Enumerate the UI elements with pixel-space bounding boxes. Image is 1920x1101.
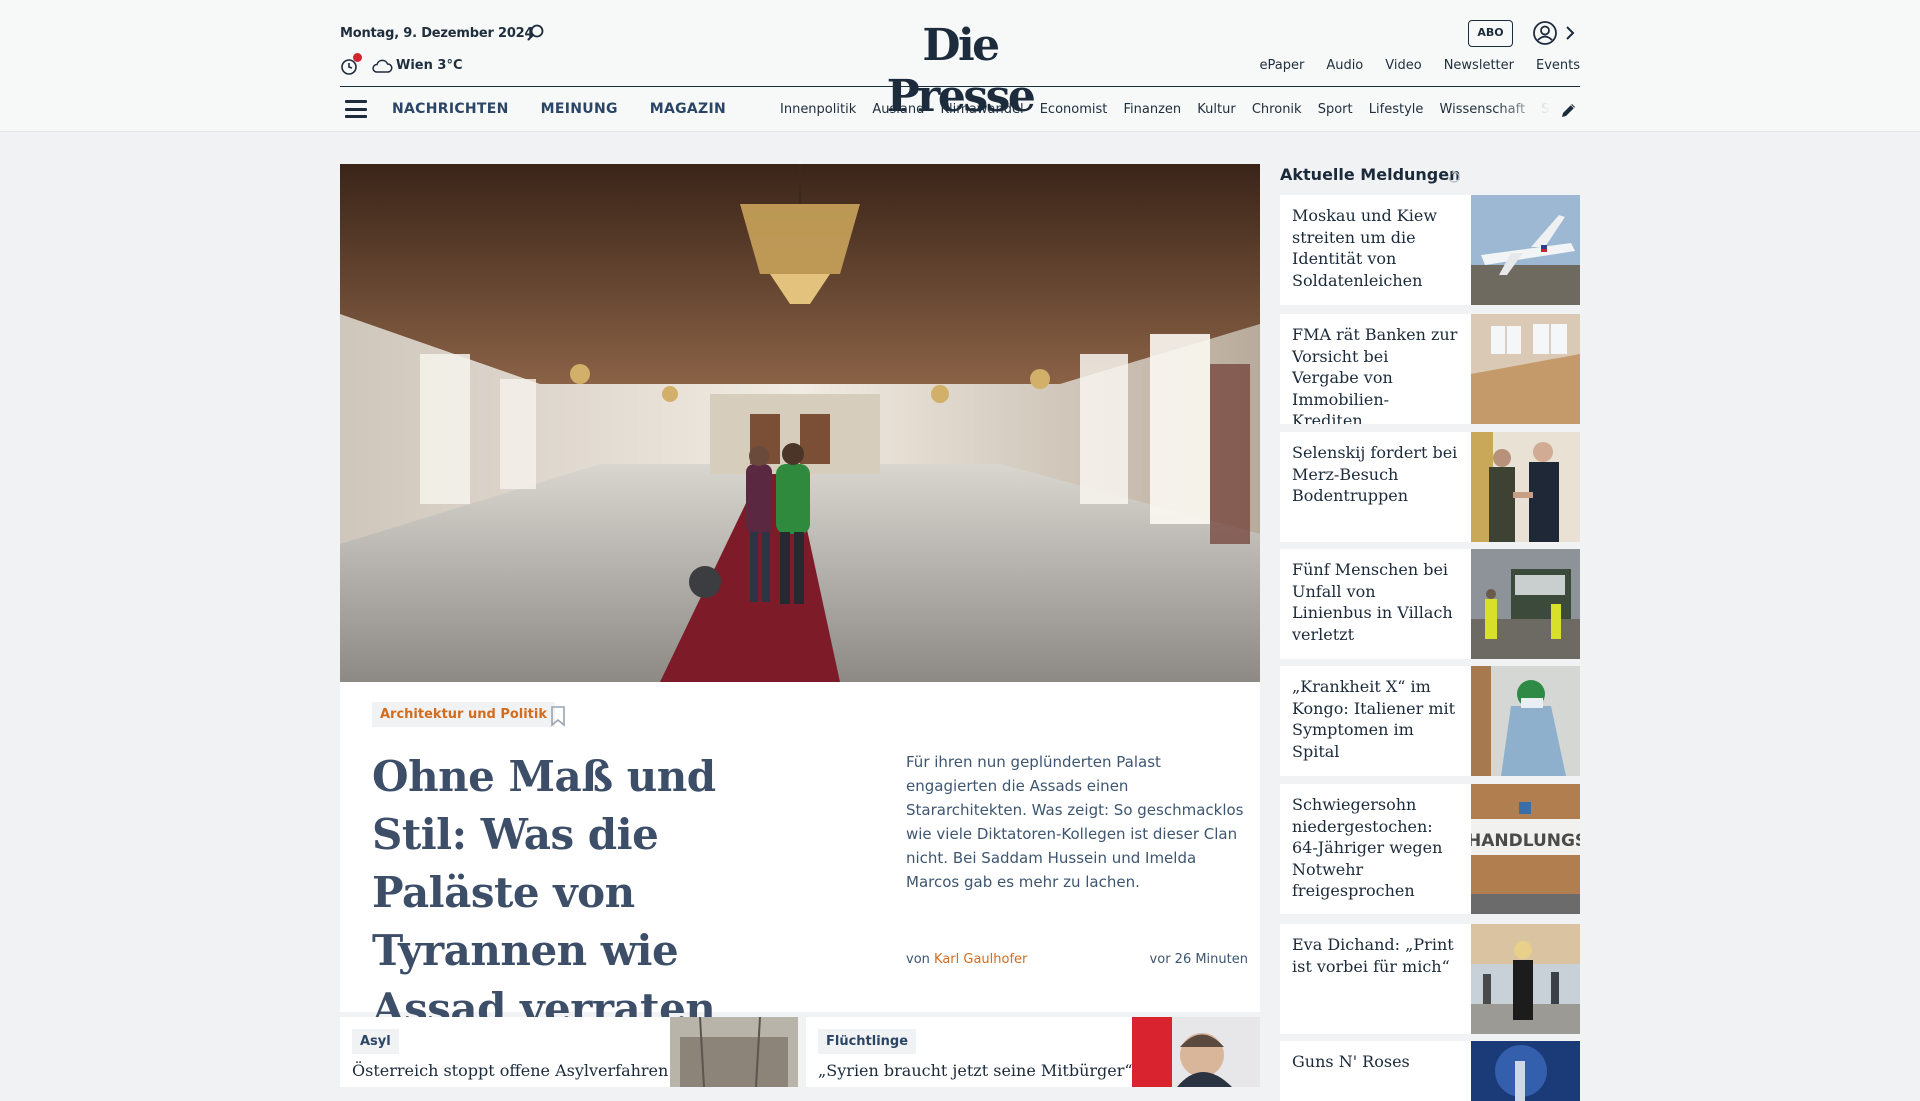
header-inner: Montag, 9. Dezember 2024 Wien 3°C Die Pr… [340, 0, 1580, 132]
current-date: Montag, 9. Dezember 2024 [340, 26, 534, 41]
news-item[interactable]: Selenskij fordert bei Merz-Besuch Bodent… [1280, 432, 1580, 542]
section-spectrum[interactable]: Spectrum [1541, 102, 1550, 117]
byline-prefix: von [906, 952, 930, 967]
section-klimawandel[interactable]: Klimawandel [940, 102, 1023, 117]
bookmark-icon[interactable] [549, 705, 567, 727]
news-image[interactable] [1471, 666, 1580, 776]
news-headline[interactable]: „Krankheit X“ im Kongo: Italiener mit Sy… [1292, 676, 1458, 762]
site-header: Montag, 9. Dezember 2024 Wien 3°C Die Pr… [0, 0, 1920, 132]
service-link-video[interactable]: Video [1385, 58, 1421, 73]
service-link-audio[interactable]: Audio [1326, 58, 1363, 73]
hero-article[interactable]: Architektur und Politik Ohne Maß und Sti… [340, 164, 1260, 1033]
news-headline[interactable]: Moskau und Kiew streiten um die Identitä… [1292, 205, 1458, 291]
search-icon[interactable] [525, 22, 547, 44]
news-image[interactable] [1471, 195, 1580, 305]
news-item[interactable]: Schwiegersohn niedergestochen: 64-Jährig… [1280, 784, 1580, 914]
cloud-icon [372, 59, 393, 73]
service-link-events[interactable]: Events [1536, 58, 1580, 73]
main-nav: NACHRICHTEN MEINUNG MAGAZIN [392, 101, 726, 117]
card-headline[interactable]: „Syrien braucht jetzt seine Mitbürger“: [818, 1061, 1138, 1080]
news-headline[interactable]: Guns N' Roses [1292, 1051, 1458, 1073]
hero-teaser: Für ihren nun geplünderten Palast engagi… [906, 753, 1244, 891]
card-image[interactable] [1132, 1017, 1260, 1087]
section-finanzen[interactable]: Finanzen [1124, 102, 1182, 117]
hero-headline[interactable]: Ohne Maß und Stil: Was die Paläste von T… [372, 748, 812, 1038]
pencil-icon[interactable] [1559, 100, 1579, 120]
card-category-tag[interactable]: Flüchtlinge [818, 1029, 917, 1054]
author-link[interactable]: Karl Gaulhofer [934, 952, 1027, 967]
news-headline[interactable]: Eva Dichand: „Print ist vorbei für mich“ [1292, 934, 1458, 977]
section-nav: Innenpolitik Ausland Klimawandel Economi… [780, 102, 1550, 117]
news-item[interactable]: FMA rät Banken zur Vorsicht bei Vergabe … [1280, 314, 1580, 424]
hero-byline: von Karl Gaulhofer [906, 952, 1027, 967]
hero-category-tag[interactable]: Architektur und Politik [372, 702, 556, 727]
latest-news-heading: Aktuelle Meldungen [1280, 165, 1461, 184]
news-headline[interactable]: FMA rät Banken zur Vorsicht bei Vergabe … [1292, 324, 1458, 424]
notification-dot [353, 53, 362, 62]
section-chronik[interactable]: Chronik [1252, 102, 1302, 117]
section-kultur[interactable]: Kultur [1197, 102, 1235, 117]
news-item[interactable]: Moskau und Kiew streiten um die Identitä… [1280, 195, 1580, 305]
menu-icon[interactable] [345, 100, 367, 118]
section-ausland[interactable]: Ausland [872, 102, 924, 117]
section-economist[interactable]: Economist [1040, 102, 1108, 117]
news-image[interactable] [1471, 432, 1580, 542]
header-divider [340, 86, 1580, 87]
news-image[interactable] [1471, 549, 1580, 659]
news-image[interactable] [1471, 924, 1580, 1034]
news-item[interactable]: Guns N' Roses [1280, 1041, 1580, 1101]
news-item[interactable]: „Krankheit X“ im Kongo: Italiener mit Sy… [1280, 666, 1580, 776]
hero-image[interactable] [340, 164, 1260, 682]
news-item[interactable]: Eva Dichand: „Print ist vorbei für mich“ [1280, 924, 1580, 1034]
service-link-epaper[interactable]: ePaper [1259, 58, 1304, 73]
news-headline[interactable]: Fünf Menschen bei Unfall von Linienbus i… [1292, 559, 1458, 645]
nav-meinung[interactable]: MEINUNG [541, 101, 618, 117]
nav-magazin[interactable]: MAGAZIN [650, 101, 726, 117]
card-category-tag[interactable]: Asyl [352, 1029, 399, 1054]
news-image[interactable] [1471, 314, 1580, 424]
news-headline[interactable]: Schwiegersohn niedergestochen: 64-Jährig… [1292, 794, 1458, 902]
news-headline[interactable]: Selenskij fordert bei Merz-Besuch Bodent… [1292, 442, 1458, 507]
section-sport[interactable]: Sport [1318, 102, 1353, 117]
news-image[interactable]: HANDLUNGSS [1471, 784, 1580, 914]
refresh-icon [1448, 170, 1460, 183]
section-innenpolitik[interactable]: Innenpolitik [780, 102, 856, 117]
service-link-newsletter[interactable]: Newsletter [1444, 58, 1514, 73]
svg-text:HANDLUNGSS: HANDLUNGSS [1471, 831, 1580, 851]
article-card[interactable]: Asyl Österreich stoppt offene Asylverfah… [340, 1017, 798, 1087]
user-icon[interactable] [1532, 20, 1558, 46]
nav-nachrichten[interactable]: NACHRICHTEN [392, 101, 509, 117]
abo-button[interactable]: ABO [1468, 20, 1513, 47]
section-wissenschaft[interactable]: Wissenschaft [1440, 102, 1526, 117]
card-headline[interactable]: Österreich stoppt offene Asylverfahren [352, 1061, 668, 1080]
article-card[interactable]: Flüchtlinge „Syrien braucht jetzt seine … [806, 1017, 1260, 1087]
news-item[interactable]: Fünf Menschen bei Unfall von Linienbus i… [1280, 549, 1580, 659]
news-image[interactable] [1471, 1041, 1580, 1101]
card-image[interactable] [670, 1017, 798, 1087]
publish-time: vor 26 Minuten [1149, 952, 1248, 967]
chevron-right-icon[interactable] [1564, 24, 1576, 42]
weather-label[interactable]: Wien 3°C [396, 58, 462, 73]
service-links: ePaper Audio Video Newsletter Events [1259, 58, 1580, 73]
section-lifestyle[interactable]: Lifestyle [1369, 102, 1424, 117]
